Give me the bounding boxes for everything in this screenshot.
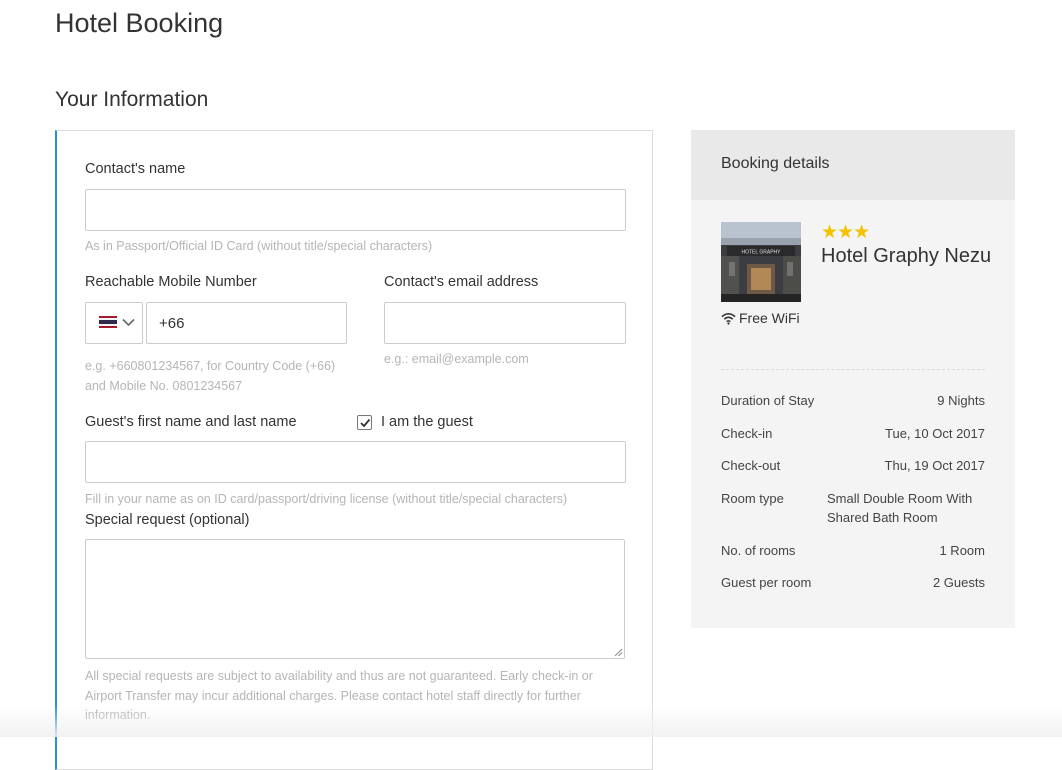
i-am-guest-checkbox[interactable]: [357, 415, 372, 430]
hotel-image: HOTEL GRAPHY: [721, 222, 801, 302]
special-request-help-line1: All special requests are subject to avai…: [85, 669, 593, 683]
detail-label: Guest per room: [721, 575, 812, 590]
email-help: e.g.: email@example.com: [384, 352, 529, 366]
amenity-wifi: Free WiFi: [721, 310, 800, 326]
detail-label: Duration of Stay: [721, 393, 815, 408]
contact-name-help: As in Passport/Official ID Card (without…: [85, 239, 433, 253]
thailand-flag-icon: [99, 316, 117, 328]
resize-grip-icon[interactable]: [614, 648, 623, 657]
detail-value: Thu, 19 Oct 2017: [884, 458, 985, 473]
email-input[interactable]: [384, 302, 626, 344]
page-title: Hotel Booking: [55, 8, 224, 38]
mobile-help-line1: e.g. +660801234567, for Country Code (+6…: [85, 359, 336, 373]
country-code-select[interactable]: [85, 302, 143, 344]
email-label: Contact's email address: [384, 274, 539, 290]
chevron-down-icon: [122, 318, 135, 327]
amenity-wifi-label: Free WiFi: [739, 310, 800, 326]
section-title: Your Information: [55, 88, 209, 111]
guest-name-help: Fill in your name as on ID card/passport…: [85, 492, 568, 506]
detail-value: 9 Nights: [937, 393, 985, 408]
guest-name-input[interactable]: [85, 441, 626, 483]
hotel-sign-text: HOTEL GRAPHY: [742, 250, 782, 256]
detail-value: 1 Room: [939, 543, 985, 558]
booking-details-title: Booking details: [721, 155, 830, 172]
detail-value: Tue, 10 Oct 2017: [885, 426, 985, 441]
details-divider: [721, 369, 985, 370]
mobile-number-input[interactable]: [146, 302, 347, 344]
contact-name-input[interactable]: [85, 189, 626, 231]
special-request-help-line3: information.: [85, 708, 151, 722]
detail-value: 2 Guests: [932, 575, 985, 590]
guest-name-label: Guest's first name and last name: [85, 414, 297, 430]
booking-details-panel: Booking details HOTEL GRAPHY ★★★ Hotel G…: [691, 130, 1015, 628]
mobile-help-line2: and Mobile No. 0801234567: [85, 379, 243, 393]
contact-name-label: Contact's name: [85, 161, 186, 177]
wifi-icon: [721, 313, 736, 325]
detail-value: Small Double Room With Shared Bath Room: [827, 491, 973, 525]
special-request-help-line2: Airport Transfer may incur additional ch…: [85, 689, 581, 703]
detail-label: Check-in: [721, 426, 773, 441]
hotel-name: Hotel Graphy Nezu: [821, 245, 992, 267]
guest-info-form: Contact's name As in Passport/Official I…: [55, 130, 653, 770]
detail-label: No. of rooms: [721, 543, 796, 558]
checkmark-icon: [360, 418, 371, 428]
detail-label: Check-out: [721, 458, 781, 473]
special-request-textarea[interactable]: [85, 539, 625, 659]
special-request-wrapper: [85, 539, 625, 659]
special-request-label: Special request (optional): [85, 512, 250, 528]
booking-details-header: Booking details: [691, 130, 1015, 200]
detail-label: Room type: [721, 491, 784, 506]
i-am-guest-label[interactable]: I am the guest: [381, 414, 473, 430]
mobile-label: Reachable Mobile Number: [85, 274, 257, 290]
